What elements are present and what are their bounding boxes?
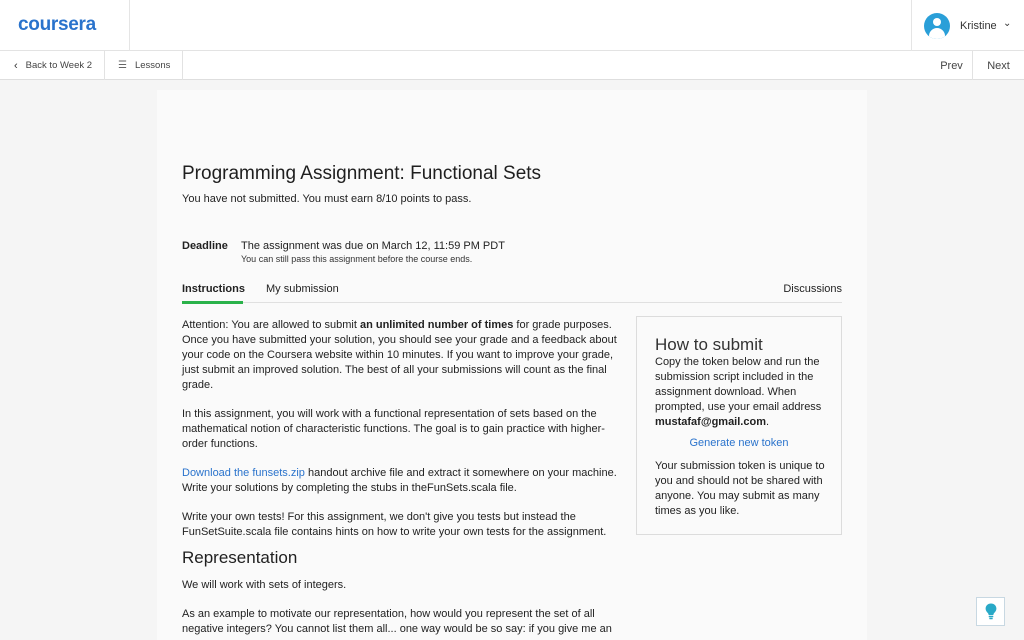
assignment-card: Programming Assignment: Functional Sets … — [157, 90, 867, 640]
representation-paragraph-2: As an example to motivate our representa… — [182, 608, 612, 635]
tab-instructions[interactable]: Instructions — [182, 283, 245, 295]
user-name[interactable]: Kristine — [960, 20, 997, 32]
p1-bold-text: an unlimited number of times — [359, 319, 514, 331]
lessons-label: Lessons — [134, 60, 171, 71]
instructions-paragraph-3: Download the funsets.zip handout archive… — [182, 466, 622, 496]
top-header: coursera Kristine ⌄ — [0, 0, 1024, 51]
page-title: Programming Assignment: Functional Sets — [182, 163, 542, 184]
token-note: Your submission token is unique to you a… — [655, 460, 825, 517]
user-divider — [911, 0, 912, 51]
coursera-logo[interactable]: coursera — [18, 14, 96, 36]
instructions-paragraph-1: Attention: You are allowed to submit an … — [182, 318, 622, 393]
active-tab-indicator — [182, 301, 243, 304]
lightbulb-icon — [985, 603, 996, 620]
deadline-text: The assignment was due on March 12, 11:5… — [241, 240, 505, 252]
chevron-down-icon[interactable]: ⌄ — [1003, 18, 1011, 29]
next-button[interactable]: Next — [973, 51, 1024, 80]
back-to-week-label: Back to Week 2 — [25, 60, 93, 71]
how-to-submit-text: Copy the token below and run the submiss… — [655, 355, 830, 430]
instructions-paragraph-2: In this assignment, you will work with a… — [182, 408, 605, 450]
how-to-submit-instructions: Copy the token below and run the submiss… — [655, 356, 822, 413]
lessons-button[interactable]: ☰ Lessons — [105, 51, 183, 80]
how-to-submit-panel: How to submit Copy the token below and r… — [636, 316, 842, 535]
chevron-left-icon: ‹ — [14, 59, 18, 72]
tab-bar: Instructions My submission Discussions — [182, 280, 842, 304]
p1-text-before: Attention: You are allowed to submit — [182, 319, 360, 331]
instructions-paragraph-4: Write your own tests! For this assignmen… — [182, 511, 607, 538]
user-email: mustafaf@gmail.com — [655, 416, 766, 428]
deadline-note: You can still pass this assignment befor… — [241, 254, 473, 264]
back-to-week-button[interactable]: ‹ Back to Week 2 — [0, 51, 105, 80]
representation-paragraph-1: We will work with sets of integers. — [182, 579, 347, 591]
avatar[interactable] — [924, 13, 950, 39]
avatar-head — [933, 18, 941, 26]
submission-status: You have not submitted. You must earn 8/… — [182, 193, 472, 205]
tab-my-submission[interactable]: My submission — [266, 283, 339, 295]
deadline-label: Deadline — [182, 240, 228, 252]
how-to-submit-period: . — [765, 416, 770, 428]
instructions-content: Attention: You are allowed to submit an … — [182, 318, 622, 554]
representation-content: We will work with sets of integers. As a… — [182, 578, 622, 640]
list-icon: ☰ — [118, 60, 127, 71]
logo-divider — [129, 0, 130, 51]
sub-navigation: ‹ Back to Week 2 ☰ Lessons Prev Next — [0, 51, 1024, 80]
prev-button[interactable]: Prev — [931, 51, 973, 80]
help-button[interactable] — [976, 597, 1005, 626]
how-to-submit-title: How to submit — [655, 335, 763, 354]
generate-token-link[interactable]: Generate new token — [637, 437, 841, 449]
tab-discussions[interactable]: Discussions — [783, 283, 842, 295]
avatar-body — [929, 28, 945, 39]
download-funsets-link[interactable]: Download the funsets.zip — [182, 467, 305, 479]
section-heading-representation: Representation — [182, 548, 298, 567]
